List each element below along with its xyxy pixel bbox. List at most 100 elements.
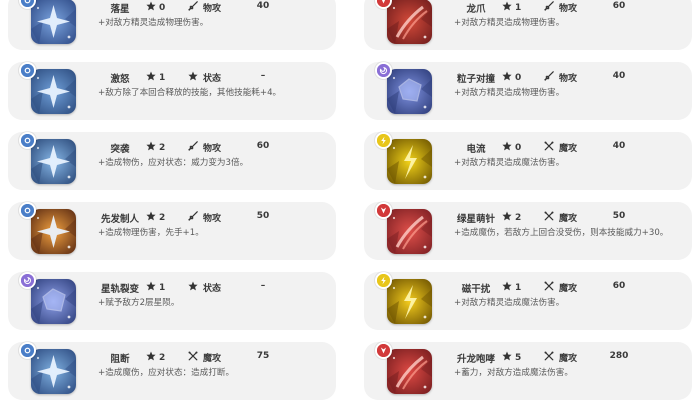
magic-attack-icon (544, 211, 554, 224)
skill-cost-value: 1 (159, 72, 166, 83)
skill-art-icon (31, 349, 76, 394)
skill-cost-value: 1 (515, 282, 522, 293)
skill-description: +对敌方精灵造成物理伤害。 (454, 18, 565, 28)
skill-category-label: 状态 (203, 284, 222, 294)
skill-category: 魔攻 (544, 351, 577, 364)
skill-art-icon (387, 279, 432, 324)
skill-category: 物攻 (188, 211, 221, 224)
skill-category-label: 魔攻 (203, 354, 222, 364)
skill-cost: 2 (146, 351, 165, 364)
skill-category: 魔攻 (544, 211, 577, 224)
magic-attack-icon (544, 351, 554, 364)
skill-cost: 5 (502, 351, 521, 364)
skill-card[interactable]: 落星 0 物攻 40 +对敌方精灵造成物理伤害。 (8, 0, 336, 50)
skill-power: 60 (612, 281, 626, 291)
skill-card[interactable]: 星轨裂变 1 状态 – +赋予敌方2层星陨。 (8, 272, 336, 330)
skill-category: 状态 (188, 281, 221, 294)
skill-category: 物攻 (188, 1, 221, 14)
skill-cost-value: 1 (515, 2, 522, 13)
magic-attack-icon (544, 141, 554, 154)
skill-cost-value: 0 (515, 142, 522, 153)
skill-category-label: 物攻 (203, 4, 222, 14)
skill-card[interactable]: 突袭 2 物攻 60 +造成物伤，应对状态：威力变为3倍。 (8, 132, 336, 190)
skill-card[interactable]: 磁干扰 1 魔攻 60 +对敌方精灵造成魔法伤害。 (364, 272, 692, 330)
dragon-attribute-icon (375, 342, 392, 359)
skill-cost-value: 2 (159, 212, 166, 223)
skill-cost: 2 (146, 211, 165, 224)
skill-cost: 1 (502, 281, 521, 294)
star-cost-icon (502, 1, 512, 14)
star-cost-icon (502, 211, 512, 224)
skill-description: +对敌方精灵造成魔法伤害。 (454, 158, 565, 168)
dragon-attribute-icon (375, 202, 392, 219)
skill-name: 突袭 (110, 144, 130, 155)
skill-description: +造成魔伤，应对状态：造成打断。 (98, 368, 235, 378)
skill-description: +造成物理伤害，先手+1。 (98, 228, 204, 238)
star-cost-icon (146, 71, 156, 84)
skill-description: +对敌方精灵造成物理伤害。 (454, 88, 565, 98)
skill-name: 阻断 (110, 354, 130, 365)
magic-attack-icon (188, 351, 198, 364)
skill-art-icon (31, 209, 76, 254)
skill-name: 粒子对撞 (456, 74, 495, 85)
skill-power: 50 (612, 211, 626, 221)
skill-description: +赋予敌方2层星陨。 (98, 298, 180, 308)
skill-art-icon (387, 139, 432, 184)
skill-name: 星轨裂变 (100, 284, 139, 295)
skill-category: 魔攻 (544, 281, 577, 294)
skill-card[interactable]: 龙爪 1 物攻 60 +对敌方精灵造成物理伤害。 (364, 0, 692, 50)
star-cost-icon (146, 211, 156, 224)
skill-card[interactable]: 阻断 2 魔攻 75 +造成魔伤，应对状态：造成打断。 (8, 342, 336, 400)
skill-power: 60 (256, 141, 270, 151)
skill-description: +造成物伤，应对状态：威力变为3倍。 (98, 158, 249, 168)
skill-name: 先发制人 (100, 214, 139, 225)
skill-name: 磁干扰 (461, 284, 491, 295)
skill-card[interactable]: 激怒 1 状态 – +敌方除了本回合释放的技能，其他技能耗+4。 (8, 62, 336, 120)
skill-cost: 2 (146, 141, 165, 154)
magic-attack-icon (544, 281, 554, 294)
skill-description: +蓄力，对敌方造成魔法伤害。 (454, 368, 573, 378)
physical-attack-icon (188, 211, 198, 224)
skill-cost: 0 (146, 1, 165, 14)
skill-category: 物攻 (188, 141, 221, 154)
skill-art-icon (387, 0, 432, 44)
skill-description: +对敌方精灵造成魔法伤害。 (454, 298, 565, 308)
skill-category-label: 魔攻 (559, 144, 578, 154)
skill-category: 魔攻 (544, 141, 577, 154)
skill-power: – (260, 281, 266, 291)
skill-category: 魔攻 (188, 351, 221, 364)
skill-category: 物攻 (544, 71, 577, 84)
skill-art-icon (387, 209, 432, 254)
skill-category-label: 物攻 (559, 74, 578, 84)
physical-attack-icon (544, 1, 554, 14)
skill-card[interactable]: 电流 0 魔攻 40 +对敌方精灵造成魔法伤害。 (364, 132, 692, 190)
skill-category-label: 状态 (203, 74, 222, 84)
skill-cost-value: 2 (515, 212, 522, 223)
skill-card[interactable]: 绿星萌针 2 魔攻 50 +造成魔伤，若敌方上回合没受伤，则本技能威力+30。 (364, 202, 692, 260)
skill-category-label: 魔攻 (559, 214, 578, 224)
star-cost-icon (502, 141, 512, 154)
normal-attribute-icon (19, 132, 36, 149)
skill-name: 落星 (110, 4, 130, 15)
skill-card[interactable]: 粒子对撞 0 物攻 40 +对敌方精灵造成物理伤害。 (364, 62, 692, 120)
skill-description: +造成魔伤，若敌方上回合没受伤，则本技能威力+30。 (454, 228, 669, 238)
skill-card[interactable]: 升龙咆哮 5 魔攻 280 +蓄力，对敌方造成魔法伤害。 (364, 342, 692, 400)
physical-attack-icon (188, 1, 198, 14)
star-cost-icon (146, 281, 156, 294)
skill-category: 物攻 (544, 1, 577, 14)
skill-card[interactable]: 先发制人 2 物攻 50 +造成物理伤害，先手+1。 (8, 202, 336, 260)
skill-name: 龙爪 (466, 4, 486, 15)
skill-power: 40 (612, 141, 626, 151)
skill-cost-value: 1 (159, 282, 166, 293)
skill-cost: 2 (502, 211, 521, 224)
physical-attack-icon (544, 71, 554, 84)
skill-art-icon (31, 279, 76, 324)
star-cost-icon (502, 351, 512, 364)
status-icon (188, 281, 198, 294)
skill-cost-value: 0 (515, 72, 522, 83)
skill-category-label: 物攻 (203, 214, 222, 224)
skill-name: 电流 (466, 144, 486, 155)
skill-category-label: 物攻 (203, 144, 222, 154)
skill-art-icon (387, 69, 432, 114)
skill-cost-value: 0 (159, 2, 166, 13)
